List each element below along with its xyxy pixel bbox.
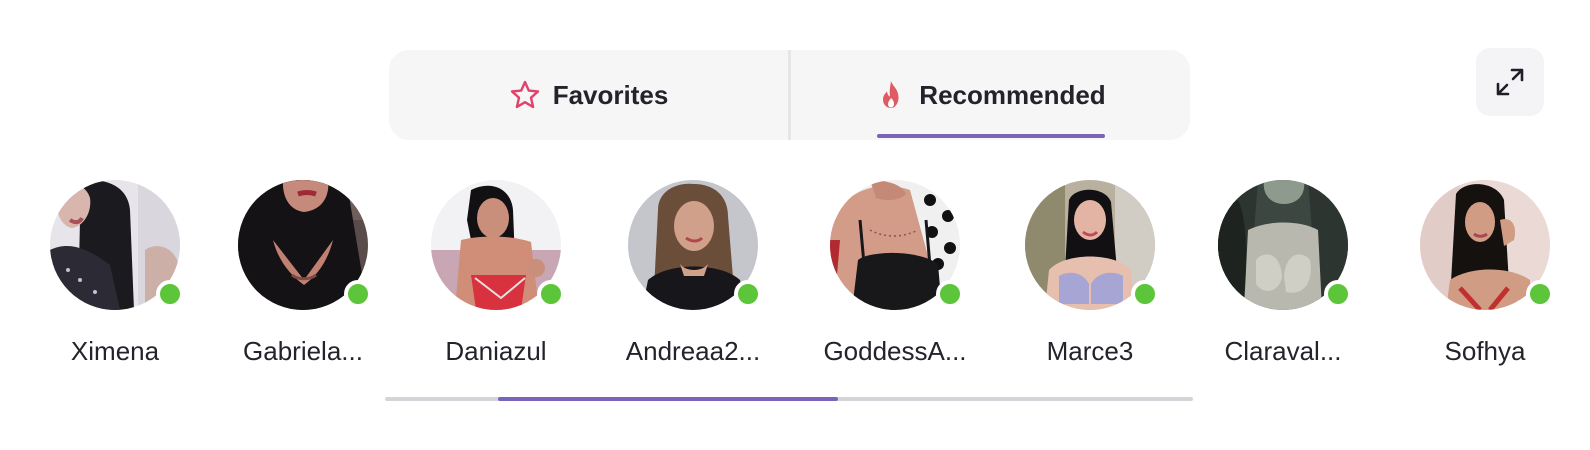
expand-button[interactable] [1476,48,1544,116]
online-indicator [936,280,964,308]
online-indicator [734,280,762,308]
tab-favorites[interactable]: Favorites [389,50,788,140]
tab-recommended[interactable]: Recommended [788,50,1190,140]
active-tab-indicator [876,134,1105,138]
star-icon [510,80,539,109]
avatar-item[interactable]: Daniazul [401,180,591,367]
avatar-name: Daniazul [445,336,547,366]
online-indicator [1131,280,1159,308]
avatar-name: Ximena [70,336,160,366]
avatar-name: Sofhya [1444,336,1526,366]
tab-favorites-label: Favorites [552,79,669,110]
avatar-name: Marce3 [1046,336,1134,366]
tab-switcher: Favorites Recommended [389,50,1190,140]
scrollbar-thumb[interactable] [498,397,838,401]
avatar-item[interactable]: Marce3 [995,180,1185,367]
expand-icon [1496,68,1524,96]
avatar-item[interactable]: Sofhya [1390,180,1580,367]
avatar-name: Gabriela... [243,336,363,366]
avatar-item[interactable]: Gabriela... [208,180,398,367]
avatar-name: Andreaa2... [625,336,761,366]
online-indicator [1526,280,1554,308]
flame-icon [883,81,899,108]
avatar-name: Claraval... [1224,336,1342,366]
avatar-item[interactable]: Claraval... [1188,180,1378,367]
tab-recommended-label: Recommended [919,79,1106,110]
avatar-name: GoddessA... [823,336,967,366]
online-indicator [156,280,184,308]
carousel-scrollbar[interactable] [385,397,1193,401]
online-indicator [344,280,372,308]
avatar-item[interactable]: Andreaa2... [598,180,788,367]
online-indicator [1324,280,1352,308]
avatar-carousel: Ximena Gabriela... Daniazul Andreaa2... … [0,180,1590,380]
online-indicator [537,280,565,308]
avatar-item[interactable]: GoddessA... [800,180,990,367]
avatar-item[interactable]: Ximena [20,180,210,367]
